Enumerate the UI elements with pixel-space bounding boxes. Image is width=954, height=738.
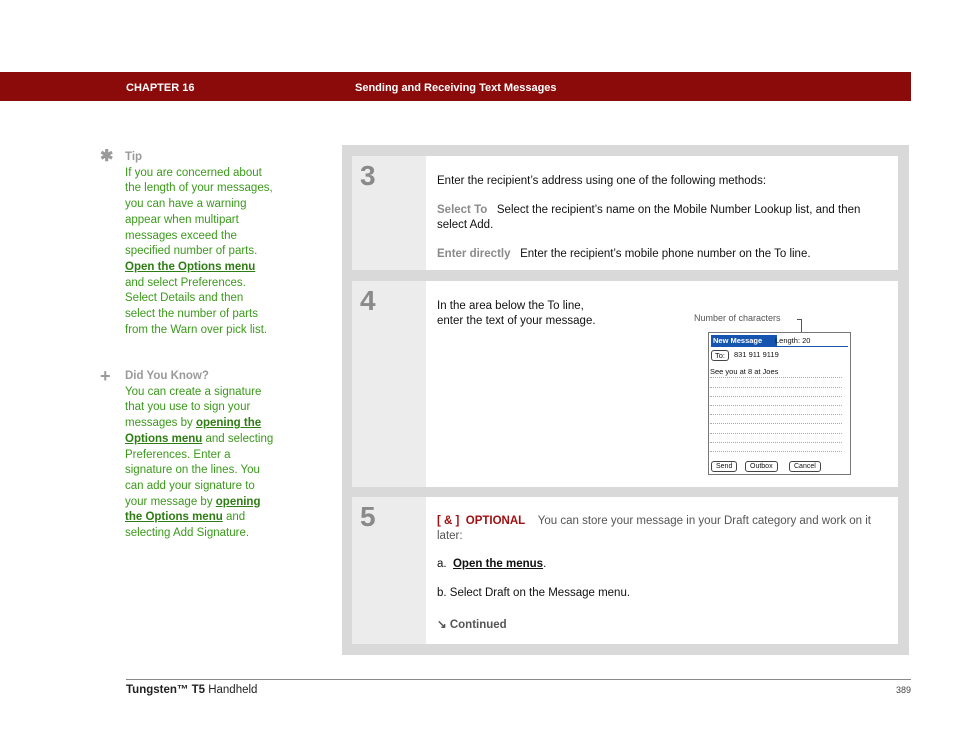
new-message-title: New Message [711, 335, 777, 346]
tip-heading: Tip [125, 151, 143, 163]
did-you-know-box: + Did You Know? You can create a signatu… [100, 366, 275, 542]
step-5-optional: [ & ] OPTIONAL You can store your messag… [437, 515, 871, 542]
device-screen: New Message Length: 20 To: 831 911 9119 … [708, 332, 851, 475]
send-button[interactable]: Send [711, 461, 738, 472]
optional-tag: [ & ] [437, 515, 460, 527]
tip-text-a: If you are concerned about the length of… [125, 166, 273, 258]
tip-text-b: and select Preferences. Select Details a… [125, 276, 268, 336]
arrow-down-right-icon: ↘ [437, 619, 447, 631]
tip-box: ✱ Tip If you are concerned about the len… [100, 148, 275, 338]
length-indicator: Length: 20 [775, 336, 811, 345]
open-the-menus-link[interactable]: Open the menus [453, 558, 543, 570]
step-number: 5 [360, 501, 376, 532]
step-5: 5 [ & ] OPTIONAL You can store your mess… [352, 497, 898, 644]
optional-label: OPTIONAL [465, 515, 526, 527]
outbox-button[interactable]: Outbox [745, 461, 778, 472]
step-5-item-b: b. Select Draft on the Message menu. [437, 587, 631, 599]
product-name: Tungsten™ T5 Handheld [126, 684, 258, 696]
step-4-text-line1: In the area below the To line, [437, 300, 584, 312]
asterisk-icon: ✱ [100, 148, 114, 165]
cancel-button[interactable]: Cancel [789, 461, 821, 472]
to-number: 831 911 9119 [734, 350, 779, 359]
method-enter-directly: Enter directly Enter the recipient’s mob… [437, 248, 811, 260]
step-4-text-line2: enter the text of your message. [437, 315, 596, 327]
step-number: 4 [360, 285, 376, 316]
step-number: 3 [360, 160, 376, 191]
did-you-know-heading: Did You Know? [125, 370, 209, 382]
chapter-title: Sending and Receiving Text Messages [355, 82, 557, 94]
message-text: See you at 8 at Joes [710, 367, 779, 376]
step-3-intro: Enter the recipient’s address using one … [437, 175, 767, 187]
number-of-characters-callout: Number of characters [694, 313, 781, 323]
method-select-to: Select To Select the recipient’s name on… [437, 204, 861, 231]
chapter-header-bar: CHAPTER 16 Sending and Receiving Text Me… [0, 72, 911, 101]
step-5-item-a: a. Open the menus. [437, 558, 547, 570]
step-4: 4 In the area below the To line, enter t… [352, 281, 898, 487]
step-3: 3 Enter the recipient’s address using on… [352, 156, 898, 270]
page-footer: Tungsten™ T5 Handheld 389 [126, 679, 911, 696]
open-options-menu-link[interactable]: Open the Options menu [125, 261, 255, 273]
to-button[interactable]: To: [711, 350, 730, 361]
plus-icon: + [100, 366, 111, 386]
continued-label: ↘ Continued [437, 619, 507, 631]
chapter-number: CHAPTER 16 [126, 82, 195, 94]
page-number: 389 [895, 685, 911, 695]
